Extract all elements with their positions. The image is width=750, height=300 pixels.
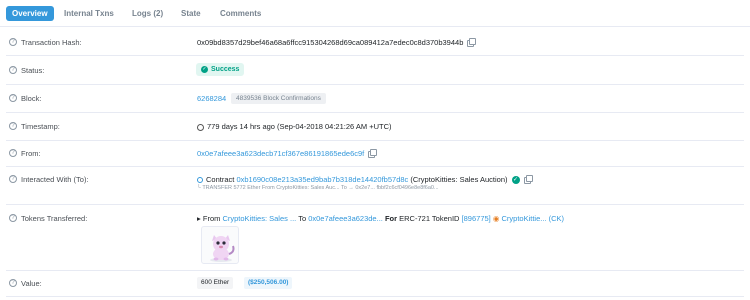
tab-logs[interactable]: Logs (2)	[128, 7, 167, 20]
token-id-link[interactable]: [896775]	[462, 214, 491, 223]
search-icon	[197, 177, 203, 184]
contract-name: (CryptoKitties: Sales Auction)	[410, 175, 508, 184]
status-text: Success	[211, 66, 240, 73]
tx-hash-value: 0x09bd8357d29bef46a68a6ffcc915304268d69c…	[197, 37, 477, 47]
status-badge: ✓ Success	[196, 63, 245, 76]
tab-state[interactable]: State	[177, 7, 205, 20]
tokens-from-label: From	[202, 214, 221, 223]
copy-icon[interactable]	[368, 148, 378, 158]
verified-check-icon: ✓	[511, 176, 520, 185]
timestamp-label: Timestamp:	[21, 122, 60, 131]
help-icon[interactable]: ?	[9, 279, 17, 287]
tx-hash-label: Transaction Hash:	[21, 38, 82, 47]
divider	[6, 84, 744, 85]
divider	[6, 112, 744, 113]
help-icon[interactable]: ?	[9, 94, 17, 102]
block-confirmations-badge: 4839536 Block Confirmations	[231, 93, 326, 104]
divider	[6, 140, 744, 141]
check-circle-icon: ✓	[201, 65, 208, 73]
clock-icon	[197, 123, 204, 131]
internal-transfer-line: └ TRANSFER 5772 Ether From CryptoKitties…	[197, 185, 439, 191]
kitty-icon: ◉	[492, 214, 500, 223]
status-label: Status:	[21, 66, 45, 75]
help-icon[interactable]: ?	[9, 38, 17, 46]
contract-address-link[interactable]: 0xb1690c08e213a35ed9bab7b318de14420fb57d…	[236, 175, 408, 184]
help-icon[interactable]: ?	[9, 175, 17, 183]
help-icon[interactable]: ?	[9, 214, 17, 222]
block-label: Block:	[21, 94, 42, 103]
interacted-label: Interacted With (To):	[21, 175, 89, 184]
from-address-link[interactable]: 0x0e7afeee3a623decb71cf367e86191865ede6c…	[197, 149, 364, 158]
token-name-link[interactable]: CryptoKittie... (CK)	[501, 214, 564, 223]
timestamp-text: 779 days 14 hrs ago (Sep-04-2018 04:21:2…	[207, 122, 392, 131]
timestamp-value: 779 days 14 hrs ago (Sep-04-2018 04:21:2…	[197, 122, 392, 131]
contract-prefix: Contract	[206, 175, 235, 184]
divider	[6, 166, 744, 167]
tokens-label: Tokens Transferred:	[21, 214, 88, 223]
tx-hash-text: 0x09bd8357d29bef46a68a6ffcc915304268d69c…	[197, 38, 464, 47]
divider	[6, 296, 744, 297]
tab-bar: Overview Internal Txns Logs (2) State Co…	[0, 0, 750, 27]
divider	[6, 204, 744, 205]
ether-value-badge: 600 Ether	[197, 277, 234, 289]
token-type: ERC-721 TokenID	[399, 214, 460, 223]
help-icon[interactable]: ?	[9, 66, 17, 74]
from-label: From:	[21, 149, 41, 158]
tokens-for-label: For	[384, 214, 398, 223]
divider	[6, 270, 744, 271]
tokens-from-link[interactable]: CryptoKitties: Sales ...	[222, 214, 296, 223]
help-icon[interactable]: ?	[9, 122, 17, 130]
interacted-value: Contract 0xb1690c08e213a35ed9bab7b318de1…	[197, 174, 533, 185]
from-value: 0x0e7afeee3a623decb71cf367e86191865ede6c…	[197, 148, 378, 158]
copy-icon[interactable]	[523, 174, 533, 184]
tab-overview[interactable]: Overview	[6, 6, 54, 21]
tokens-to-link[interactable]: 0x0e7afeee3a623de...	[308, 214, 383, 223]
block-number-link[interactable]: 6268284	[197, 94, 226, 103]
value-label: Value:	[21, 279, 42, 288]
tab-internal-txns[interactable]: Internal Txns	[60, 7, 118, 20]
copy-icon[interactable]	[467, 37, 477, 47]
usd-value-badge: ($250,506.00)	[244, 277, 293, 289]
divider	[6, 55, 744, 56]
tokens-value: ▸ From CryptoKitties: Sales ... To 0x0e7…	[197, 214, 564, 223]
tab-comments[interactable]: Comments	[216, 7, 265, 20]
cryptokitty-image[interactable]	[201, 226, 239, 264]
help-icon[interactable]: ?	[9, 149, 17, 157]
tokens-to-label: To	[298, 214, 307, 223]
